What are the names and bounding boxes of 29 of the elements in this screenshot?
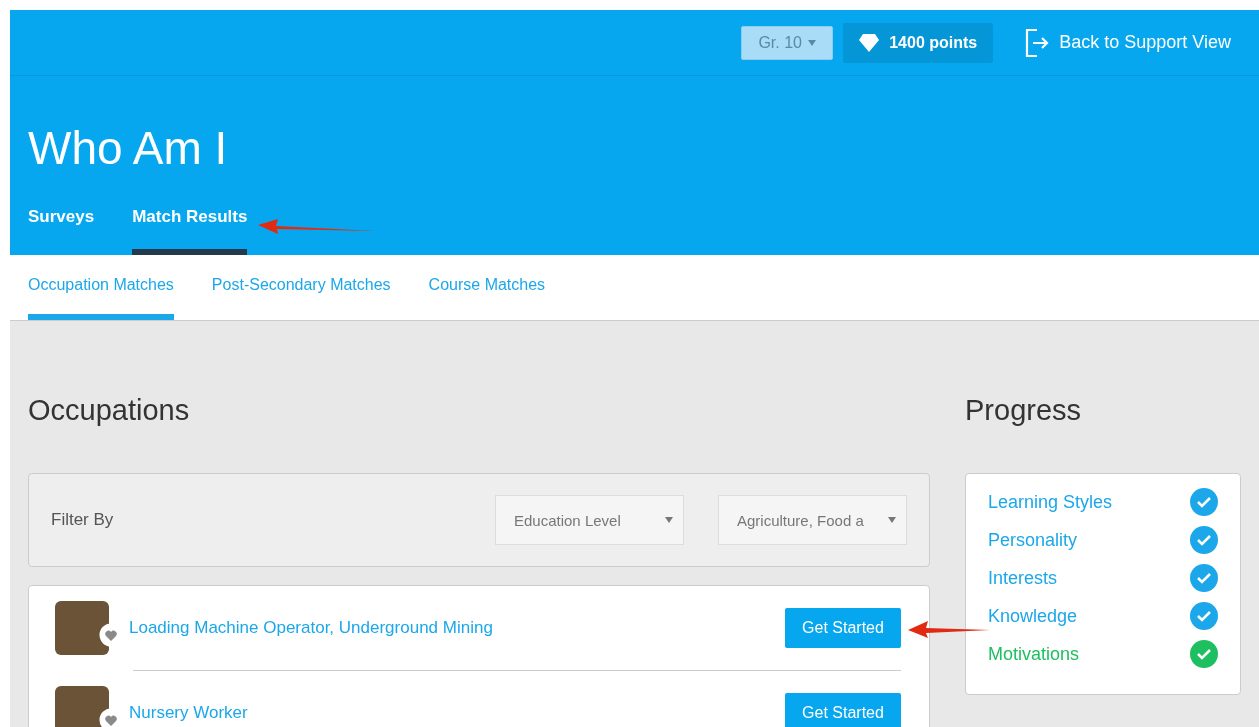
filter-dropdown[interactable]: Education Level bbox=[495, 495, 684, 545]
diamond-icon bbox=[859, 33, 880, 52]
exit-icon bbox=[1025, 28, 1050, 57]
get-started-button[interactable]: Get Started bbox=[785, 693, 901, 727]
section-title: Occupations bbox=[28, 393, 191, 428]
filter-dropdown[interactable]: Agriculture, Food a bbox=[718, 495, 907, 545]
photo-placeholder bbox=[55, 686, 109, 727]
get-started-button[interactable]: Get Started bbox=[785, 608, 901, 648]
photo-placeholder bbox=[55, 601, 109, 655]
sub-tab[interactable]: Occupation Matches bbox=[28, 276, 174, 320]
tab[interactable]: Surveys bbox=[28, 207, 95, 255]
caret-icon bbox=[808, 39, 816, 46]
progress-link[interactable]: Interests bbox=[988, 567, 1058, 589]
section-title: Progress bbox=[965, 393, 1083, 428]
caret-icon bbox=[665, 517, 673, 523]
back-to-support-link[interactable]: Back to Support View bbox=[1025, 28, 1231, 57]
progress-link[interactable]: Learning Styles bbox=[988, 491, 1113, 513]
sub-tab[interactable]: Course Matches bbox=[428, 276, 546, 320]
progress-link[interactable]: Motivations bbox=[988, 643, 1080, 665]
grade-dropdown[interactable]: Gr. 10 bbox=[741, 25, 834, 60]
progress-link[interactable]: Knowledge bbox=[988, 605, 1078, 627]
page-title: Who Am I bbox=[28, 121, 229, 176]
occupation-link[interactable]: Nursery Worker bbox=[129, 703, 763, 723]
points-badge[interactable]: 1400 points bbox=[843, 22, 994, 63]
caret-icon bbox=[888, 517, 896, 523]
sub-tab[interactable]: Post-Secondary Matches bbox=[211, 276, 391, 320]
occupation-link[interactable]: Loading Machine Operator, Underground Mining bbox=[129, 618, 763, 638]
progress-link[interactable]: Personality bbox=[988, 529, 1078, 551]
filter-label: Filter By bbox=[51, 510, 114, 530]
